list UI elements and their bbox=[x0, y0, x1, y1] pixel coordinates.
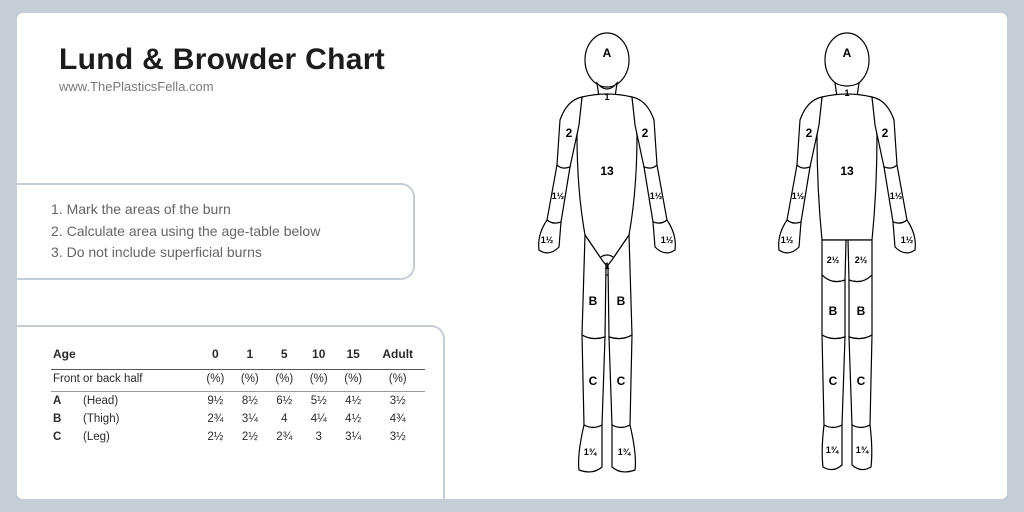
region-head bbox=[585, 33, 629, 87]
unit-cell: (%) bbox=[370, 370, 425, 392]
label-buttock: 2½ bbox=[855, 255, 868, 265]
age-col: 0 bbox=[198, 341, 232, 370]
label-head: A bbox=[603, 46, 612, 60]
val-cell: 2¾ bbox=[267, 428, 301, 446]
label-foot: 1¾ bbox=[856, 445, 870, 455]
body-diagrams: A 1 13 2 2 1½ 1½ 1½ 1½ 1 B B C C 1¾ 1¾ bbox=[487, 25, 987, 487]
unit-label: Front or back half bbox=[51, 370, 198, 392]
age-col: 1 bbox=[233, 341, 267, 370]
age-col: Adult bbox=[370, 341, 425, 370]
age-table: Age 0 1 5 10 15 Adult Front or back half… bbox=[51, 341, 425, 446]
unit-cell: (%) bbox=[198, 370, 232, 392]
val-cell: 4½ bbox=[336, 392, 370, 411]
unit-cell: (%) bbox=[302, 370, 336, 392]
val-cell: 3¼ bbox=[336, 428, 370, 446]
age-col: 15 bbox=[336, 341, 370, 370]
label-forearm: 1½ bbox=[890, 191, 903, 201]
age-table-box: Age 0 1 5 10 15 Adult Front or back half… bbox=[15, 325, 445, 500]
body-front: A 1 13 2 2 1½ 1½ 1½ 1½ 1 B B C C 1¾ 1¾ bbox=[539, 33, 676, 472]
label-hand: 1½ bbox=[541, 235, 554, 245]
table-row: B (Thigh) 2¾ 3¼ 4 4¼ 4½ 4¾ bbox=[51, 410, 425, 428]
chart-title: Lund & Browder Chart bbox=[59, 43, 385, 77]
age-col: 5 bbox=[267, 341, 301, 370]
val-cell: 8½ bbox=[233, 392, 267, 411]
val-cell: 9½ bbox=[198, 392, 232, 411]
row-letter: A bbox=[53, 395, 65, 407]
unit-cell: (%) bbox=[267, 370, 301, 392]
source-url: www.ThePlasticsFella.com bbox=[59, 79, 385, 94]
label-foot: 1¾ bbox=[584, 447, 598, 457]
label-trunk: 13 bbox=[600, 164, 614, 178]
label-upperarm: 2 bbox=[642, 126, 649, 140]
label-hand: 1½ bbox=[661, 235, 674, 245]
label-leg: C bbox=[589, 374, 598, 388]
label-foot: 1¾ bbox=[826, 445, 840, 455]
label-hand: 1½ bbox=[781, 235, 794, 245]
label-thigh: B bbox=[589, 294, 598, 308]
label-neck: 1 bbox=[844, 88, 849, 98]
region-head-back bbox=[825, 33, 869, 87]
val-cell: 6½ bbox=[267, 392, 301, 411]
val-cell: 5½ bbox=[302, 392, 336, 411]
label-forearm: 1½ bbox=[650, 191, 663, 201]
val-cell: 3¼ bbox=[233, 410, 267, 428]
label-trunk: 13 bbox=[840, 164, 854, 178]
instruction-item: Calculate area using the age-table below bbox=[51, 221, 397, 243]
label-genital: 1 bbox=[604, 261, 609, 271]
label-hand: 1½ bbox=[901, 235, 914, 245]
label-forearm: 1½ bbox=[552, 191, 565, 201]
val-cell: 3 bbox=[302, 428, 336, 446]
val-cell: 4½ bbox=[336, 410, 370, 428]
label-upperarm: 2 bbox=[566, 126, 573, 140]
label-upperarm: 2 bbox=[882, 126, 889, 140]
age-header: Age bbox=[51, 341, 198, 370]
table-row: A (Head) 9½ 8½ 6½ 5½ 4½ 3½ bbox=[51, 392, 425, 411]
row-name: (Leg) bbox=[83, 431, 110, 443]
val-cell: 2½ bbox=[198, 428, 232, 446]
val-cell: 4¼ bbox=[302, 410, 336, 428]
label-leg: C bbox=[617, 374, 626, 388]
label-leg: C bbox=[857, 374, 866, 388]
val-cell: 3½ bbox=[370, 392, 425, 411]
label-head: A bbox=[843, 46, 852, 60]
label-foot: 1¾ bbox=[618, 447, 632, 457]
label-neck: 1 bbox=[604, 92, 609, 102]
title-block: Lund & Browder Chart www.ThePlasticsFell… bbox=[59, 43, 385, 94]
label-forearm: 1½ bbox=[792, 191, 805, 201]
val-cell: 2¾ bbox=[198, 410, 232, 428]
unit-cell: (%) bbox=[233, 370, 267, 392]
label-thigh: B bbox=[857, 304, 866, 318]
instructions-box: Mark the areas of the burn Calculate are… bbox=[15, 183, 415, 280]
instruction-item: Mark the areas of the burn bbox=[51, 199, 397, 221]
unit-row: Front or back half (%) (%) (%) (%) (%) (… bbox=[51, 370, 425, 392]
label-leg: C bbox=[829, 374, 838, 388]
row-letter: B bbox=[53, 413, 65, 425]
row-name: (Thigh) bbox=[83, 413, 119, 425]
val-cell: 4¾ bbox=[370, 410, 425, 428]
body-back: A 1 13 2 2 1½ 1½ 1½ 1½ 2½ 2½ B B C C 1¾ … bbox=[779, 33, 916, 470]
label-thigh: B bbox=[617, 294, 626, 308]
table-row: C (Leg) 2½ 2½ 2¾ 3 3¼ 3½ bbox=[51, 428, 425, 446]
val-cell: 2½ bbox=[233, 428, 267, 446]
row-name: (Head) bbox=[83, 395, 118, 407]
val-cell: 3½ bbox=[370, 428, 425, 446]
label-upperarm: 2 bbox=[806, 126, 813, 140]
chart-canvas: Lund & Browder Chart www.ThePlasticsFell… bbox=[17, 13, 1007, 499]
age-col: 10 bbox=[302, 341, 336, 370]
unit-cell: (%) bbox=[336, 370, 370, 392]
row-letter: C bbox=[53, 431, 65, 443]
val-cell: 4 bbox=[267, 410, 301, 428]
label-thigh: B bbox=[829, 304, 838, 318]
instruction-item: Do not include superficial burns bbox=[51, 242, 397, 264]
label-buttock: 2½ bbox=[827, 255, 840, 265]
